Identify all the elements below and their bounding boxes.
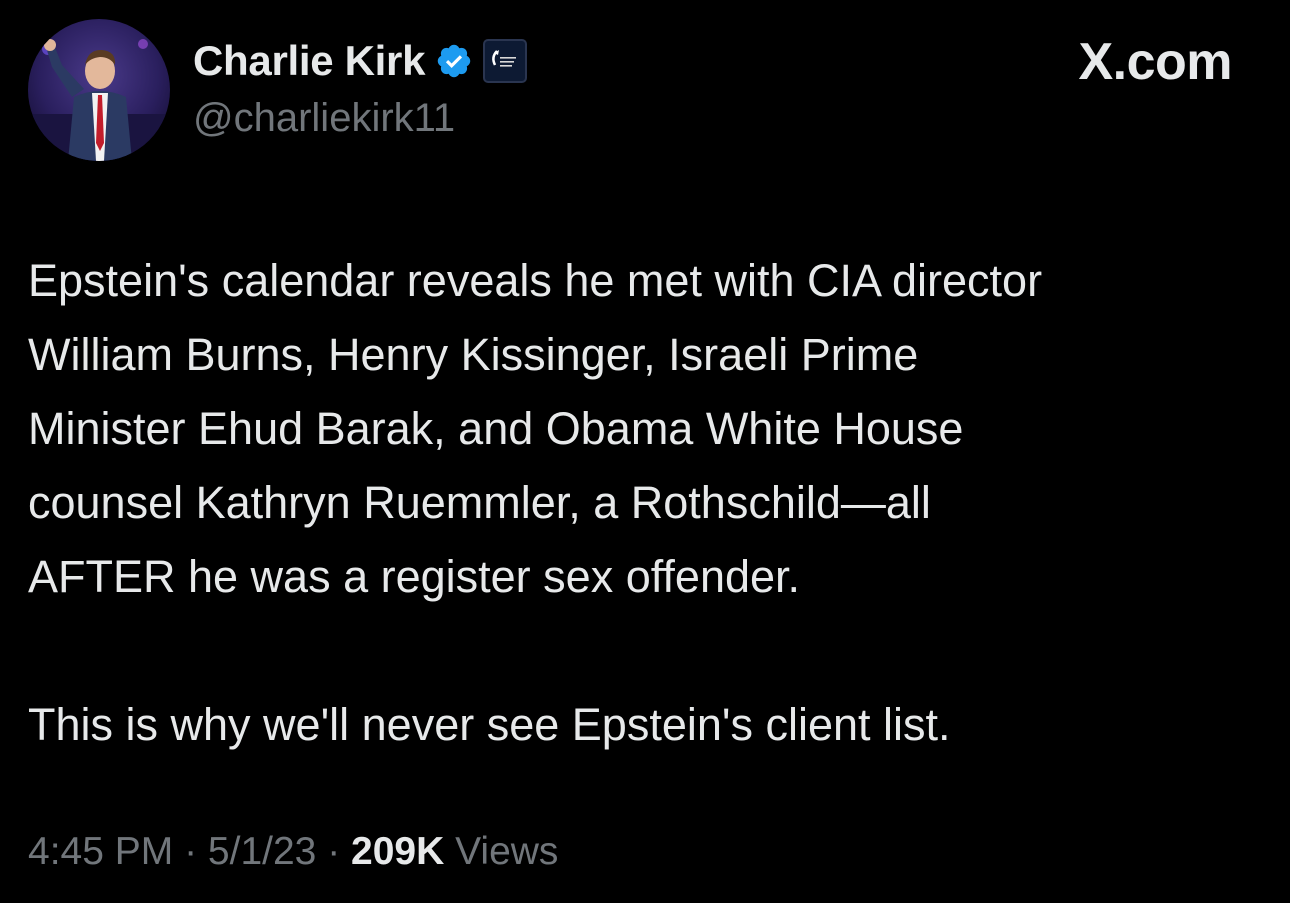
author-avatar[interactable] [28, 19, 170, 161]
site-watermark: X.com [1078, 33, 1232, 91]
tweet-card: Charlie Kirk @charliekirk11 X.com Epstei… [0, 0, 1290, 903]
tweet-metadata: 4:45 PM · 5/1/23 · 209K Views [28, 830, 558, 874]
tweet-paragraph-1: Epstein's calendar reveals he met with C… [28, 255, 1043, 602]
views-label: Views [444, 830, 559, 873]
tweet-paragraph-2: This is why we'll never see Epstein's cl… [28, 699, 951, 750]
verified-badge-icon[interactable] [435, 42, 473, 80]
views-count[interactable]: 209K [351, 830, 444, 873]
meta-separator: · [316, 830, 352, 873]
tweet-date[interactable]: 5/1/23 [208, 830, 316, 873]
tweet-text: Epstein's calendar reveals he met with C… [28, 244, 1268, 762]
affiliate-organization-icon[interactable] [483, 39, 528, 83]
tweet-time[interactable]: 4:45 PM [28, 830, 173, 873]
author-handle[interactable]: @charliekirk11 [193, 96, 455, 141]
meta-separator: · [173, 830, 208, 873]
author-name-row: Charlie Kirk [193, 34, 528, 88]
avatar-image [28, 19, 170, 161]
author-display-name[interactable]: Charlie Kirk [193, 37, 425, 85]
